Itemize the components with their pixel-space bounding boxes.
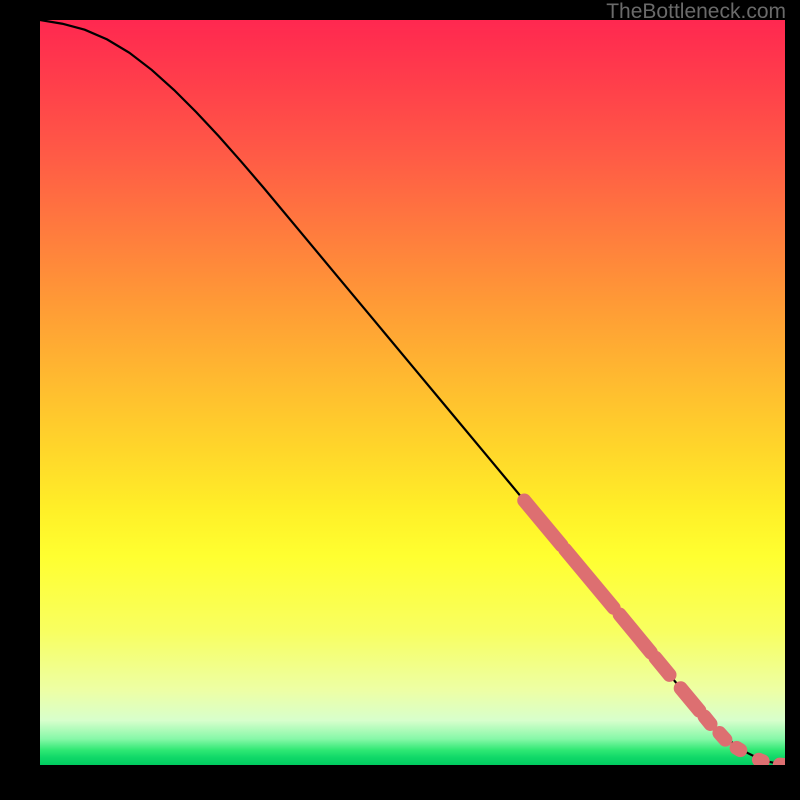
chart-frame: TheBottleneck.com [0, 0, 800, 800]
curve-markers [524, 501, 785, 765]
marker-segment [705, 717, 711, 724]
marker-segment [681, 688, 700, 710]
watermark-text: TheBottleneck.com [606, 0, 786, 24]
chart-svg [40, 20, 785, 765]
marker-segment [759, 760, 763, 761]
marker-segment [655, 658, 669, 675]
marker-segment [719, 733, 725, 740]
plot-area [40, 20, 785, 765]
curve-path [40, 20, 785, 765]
marker-segment [620, 615, 651, 653]
marker-segment [524, 501, 561, 546]
marker-segment [565, 550, 613, 608]
curve-line [40, 20, 785, 765]
marker-segment [737, 748, 741, 750]
